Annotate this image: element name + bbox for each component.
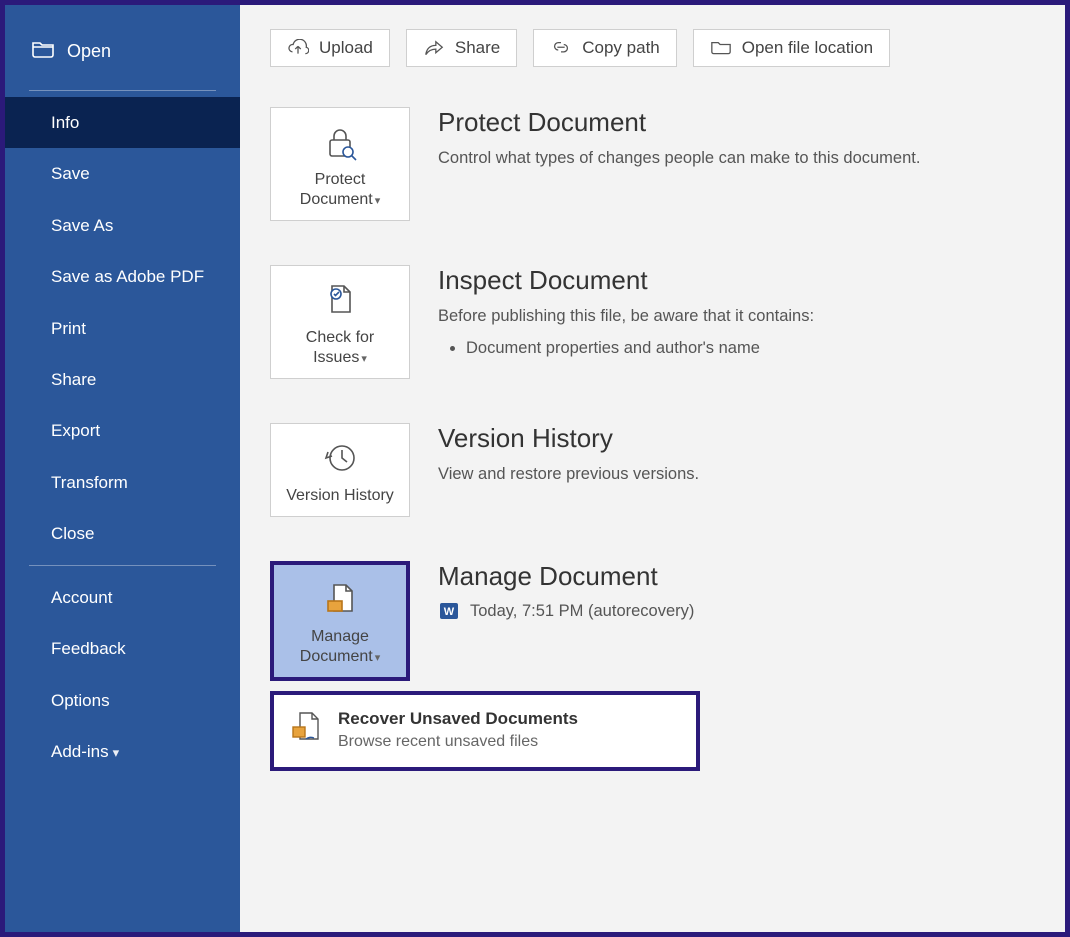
sidebar-item-info[interactable]: Info <box>5 97 240 148</box>
sidebar-item-export[interactable]: Export <box>5 405 240 456</box>
manage-document-tile[interactable]: Manage Document▾ <box>270 561 410 681</box>
link-icon <box>550 39 572 57</box>
inspect-document-section: Check for Issues▾ Inspect Document Befor… <box>270 265 1035 379</box>
inspect-description: Before publishing this file, be aware th… <box>438 304 814 329</box>
sidebar-item-options[interactable]: Options <box>5 675 240 726</box>
divider <box>29 565 216 566</box>
divider <box>29 90 216 91</box>
check-for-issues-tile[interactable]: Check for Issues▾ <box>270 265 410 379</box>
manage-heading: Manage Document <box>438 561 694 592</box>
cloud-upload-icon <box>287 39 309 57</box>
chevron-down-icon: ▾ <box>375 195 381 207</box>
backstage-sidebar: Open Info Save Save As Save as Adobe PDF… <box>5 5 240 932</box>
sidebar-item-open[interactable]: Open <box>5 25 240 84</box>
recover-title: Recover Unsaved Documents <box>338 709 578 729</box>
copy-path-label: Copy path <box>582 38 660 58</box>
protect-document-section: Protect Document▾ Protect Document Contr… <box>270 107 1035 221</box>
history-clock-icon <box>277 436 403 480</box>
sidebar-item-save-adobe-pdf[interactable]: Save as Adobe PDF <box>5 251 240 303</box>
svg-text:W: W <box>444 606 455 618</box>
inspect-bullet: Document properties and author's name <box>466 339 814 358</box>
sidebar-item-save-as[interactable]: Save As <box>5 200 240 251</box>
protect-description: Control what types of changes people can… <box>438 146 920 171</box>
share-button[interactable]: Share <box>406 29 517 67</box>
chevron-down-icon: ▾ <box>361 353 367 365</box>
info-toolbar: Upload Share Copy path Open file locatio… <box>270 29 1035 67</box>
open-loc-label: Open file location <box>742 38 873 58</box>
sidebar-item-share[interactable]: Share <box>5 354 240 405</box>
sidebar-item-close[interactable]: Close <box>5 508 240 559</box>
share-arrow-icon <box>423 39 445 57</box>
document-check-icon <box>277 278 403 322</box>
version-history-section: Version History Version History View and… <box>270 423 1035 517</box>
sidebar-item-addins[interactable]: Add-ins▾ <box>5 726 240 777</box>
sidebar-item-transform[interactable]: Transform <box>5 457 240 508</box>
open-file-location-button[interactable]: Open file location <box>693 29 890 67</box>
recover-subtitle: Browse recent unsaved files <box>338 733 578 751</box>
protect-heading: Protect Document <box>438 107 920 138</box>
folder-icon <box>710 39 732 57</box>
inspect-heading: Inspect Document <box>438 265 814 296</box>
sidebar-item-save[interactable]: Save <box>5 148 240 199</box>
upload-button[interactable]: Upload <box>270 29 390 67</box>
manage-document-section: Manage Document▾ Manage Document W Today… <box>270 561 1035 681</box>
version-history-tile[interactable]: Version History <box>270 423 410 517</box>
version-heading: Version History <box>438 423 699 454</box>
protect-document-tile[interactable]: Protect Document▾ <box>270 107 410 221</box>
upload-label: Upload <box>319 38 373 58</box>
lock-magnify-icon <box>277 120 403 164</box>
chevron-down-icon: ▾ <box>113 745 120 760</box>
sidebar-item-account[interactable]: Account <box>5 572 240 623</box>
sidebar-item-feedback[interactable]: Feedback <box>5 623 240 674</box>
autorecovery-entry[interactable]: W Today, 7:51 PM (autorecovery) <box>438 600 694 622</box>
version-description: View and restore previous versions. <box>438 462 699 487</box>
sidebar-open-label: Open <box>67 41 111 62</box>
copy-path-button[interactable]: Copy path <box>533 29 677 67</box>
sidebar-item-print[interactable]: Print <box>5 303 240 354</box>
info-panel: Upload Share Copy path Open file locatio… <box>240 5 1065 932</box>
share-label: Share <box>455 38 500 58</box>
autorecovery-label: Today, 7:51 PM (autorecovery) <box>470 602 694 621</box>
recover-unsaved-menu-item[interactable]: Recover Unsaved Documents Browse recent … <box>270 691 700 771</box>
document-recover-icon <box>288 709 324 745</box>
chevron-down-icon: ▾ <box>375 652 381 664</box>
folder-open-icon <box>31 39 55 64</box>
word-document-icon: W <box>438 600 460 622</box>
document-folder-icon <box>280 577 400 621</box>
